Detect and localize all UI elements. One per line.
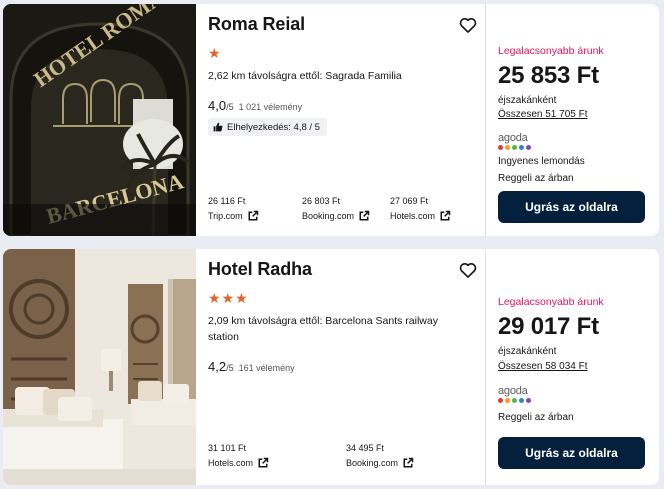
breakfast-text: Reggeli az árban [498, 412, 574, 423]
external-link-icon [403, 457, 414, 468]
review-rating: 4,0/5 1 021 vélemény [208, 98, 302, 113]
hotel-photo[interactable] [3, 249, 196, 485]
price-option-booking[interactable]: 34 495 Ft Booking.com [346, 443, 414, 469]
review-rating: 4,2/5 161 vélemény [208, 359, 295, 374]
per-night-label: éjszakánként [498, 95, 557, 106]
agoda-logo: agoda [498, 386, 531, 403]
deal-price: 25 853 Ft [498, 62, 599, 89]
star-rating: ★★★ [208, 290, 249, 306]
go-to-site-button[interactable]: Ugrás az oldalra [498, 191, 645, 223]
hotel-card[interactable]: Hotel Radha ★★★ 2,09 km távolságra ettől… [3, 249, 659, 485]
deal-panel: Legalacsonyabb árunk 25 853 Ft éjszakánk… [485, 4, 659, 236]
provider-logo-text: agoda [498, 385, 528, 397]
per-night-label: éjszakánként [498, 346, 557, 357]
external-link-icon [248, 210, 258, 221]
price-value: 26 116 Ft [208, 196, 246, 206]
hotel-name[interactable]: Hotel Radha [208, 259, 312, 280]
star-rating: ★ [208, 45, 222, 61]
price-value: 31 101 Ft [208, 443, 247, 453]
go-to-site-button[interactable]: Ugrás az oldalra [498, 437, 645, 469]
price-value: 34 495 Ft [346, 443, 385, 453]
hotel-info: Roma Reial ★ 2,62 km távolságra ettől: S… [208, 4, 484, 236]
provider-name: Trip.com [208, 211, 243, 221]
price-option-trip[interactable]: 26 116 Ft Trip.com [208, 196, 259, 222]
hotel-name[interactable]: Roma Reial [208, 14, 305, 35]
hotel-info: Hotel Radha ★★★ 2,09 km távolságra ettől… [208, 249, 484, 485]
rating-denominator: /5 [226, 363, 234, 373]
price-option-booking[interactable]: 26 803 Ft Booking.com [302, 196, 370, 222]
rating-score: 4,2 [208, 359, 227, 374]
price-option-hotels[interactable]: 27 069 Ft Hotels.com [390, 196, 451, 222]
heart-icon[interactable] [458, 260, 478, 280]
price-option-hotels[interactable]: 31 101 Ft Hotels.com [208, 443, 269, 469]
rating-denominator: /5 [226, 102, 234, 112]
thumbs-up-icon [213, 122, 223, 132]
agoda-logo: agoda [498, 133, 531, 150]
free-cancellation-text: Ingyenes lemondás [498, 156, 585, 167]
distance-text: 2,09 km távolságra ettől: Barcelona Sant… [208, 315, 438, 343]
deal-panel: Legalacsonyabb árunk 29 017 Ft éjszakánk… [485, 249, 659, 485]
location-badge: Elhelyezkedés: 4,8 / 5 [208, 118, 327, 136]
price-value: 27 069 Ft [390, 196, 429, 206]
deal-price: 29 017 Ft [498, 313, 599, 340]
total-price-link[interactable]: Összesen 51 705 Ft [498, 109, 588, 120]
price-value: 26 803 Ft [302, 196, 341, 206]
hotel-photo[interactable]: HOTEL ROMA RE BARCELONA [3, 4, 196, 236]
provider-name: Hotels.com [208, 458, 254, 468]
distance-text: 2,62 km távolságra ettől: Sagrada Famili… [208, 70, 402, 82]
agoda-dots [498, 145, 531, 150]
breakfast-text: Reggeli az árban [498, 173, 574, 184]
provider-name: Hotels.com [390, 211, 436, 221]
provider-name: Booking.com [302, 211, 355, 221]
heart-icon[interactable] [458, 15, 478, 35]
agoda-dots [498, 398, 531, 403]
hotel-card[interactable]: HOTEL ROMA RE BARCELONA Roma Reial ★ 2,6… [3, 4, 659, 236]
review-count: 161 vélemény [238, 363, 295, 373]
provider-name: Booking.com [346, 458, 399, 468]
review-count: 1 021 vélemény [238, 102, 303, 112]
total-price-link[interactable]: Összesen 58 034 Ft [498, 361, 588, 372]
location-badge-label: Elhelyezkedés: 4,8 / 5 [227, 121, 320, 133]
provider-logo-text: agoda [498, 132, 528, 144]
external-link-icon [359, 210, 370, 221]
external-link-icon [440, 210, 451, 221]
lowest-price-label: Legalacsonyabb árunk [498, 296, 604, 308]
external-link-icon [258, 457, 269, 468]
lowest-price-label: Legalacsonyabb árunk [498, 45, 604, 57]
rating-score: 4,0 [208, 98, 227, 113]
